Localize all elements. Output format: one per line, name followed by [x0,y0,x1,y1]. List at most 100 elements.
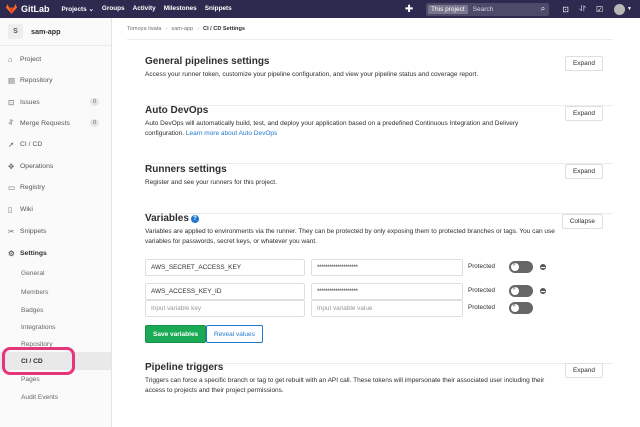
new-variable-value-input[interactable]: Input variable value [311,300,463,317]
chevron-down-icon[interactable]: ▼ [627,6,632,12]
plus-icon: ✚ [404,3,414,15]
expand-button[interactable]: Expand [564,363,603,378]
save-variables-button[interactable]: Save variables [145,325,207,343]
main-content: Tomoya Iwata › sam-app › CI / CD Setting… [127,18,613,394]
sidebar-item-label: Project [20,55,42,63]
sidebar-item-label: Snippets [20,227,47,235]
nav-link-activity[interactable]: Activity [133,5,156,13]
section-pipeline-triggers: Pipeline triggers Triggers can force a s… [145,362,613,422]
sidebar-item-label: Operations [20,162,54,170]
sidebar-item-issues[interactable]: ⊡ Issues 0 [0,92,111,112]
sidebar-item-label: Settings [20,249,47,257]
expand-button[interactable]: Expand [564,164,603,179]
close-icon: ✕ [512,286,517,292]
expand-button[interactable]: Expand [564,106,603,121]
sidebar-item-registry[interactable]: ▭ Registry [0,177,111,197]
sidebar-item-operations[interactable]: ✥ Operations [0,156,111,176]
section-title: Auto DevOps [145,105,209,116]
merge-requests-nav-icon[interactable]: ⥯ [574,4,591,14]
variable-value-input[interactable]: ******************** [311,259,463,276]
breadcrumb-current[interactable]: CI / CD Settings [203,26,245,32]
variable-key-input[interactable]: AWS_SECRET_ACCESS_KEY [145,259,305,276]
doc-icon: ▤ [8,75,16,85]
nav-link-milestones[interactable]: Milestones [164,5,197,13]
close-icon: ✕ [512,303,517,309]
sidebar-project-header[interactable]: S sam-app [0,18,111,46]
variable-value-input[interactable]: ******************** [311,283,463,300]
registry-icon: ▭ [8,182,16,192]
house-icon: ⌂ [8,54,13,64]
variables-title: Variables [145,213,189,224]
sidebar-sub-badges[interactable]: Badges [0,301,111,319]
annotation-highlight-ring [2,347,75,375]
sidebar-item-snippets[interactable]: ✂ Snippets [0,221,111,241]
search-input[interactable]: Search [468,6,537,13]
rocket-icon: ➚ [8,139,15,149]
operations-icon: ✥ [8,161,15,171]
close-icon: ✕ [512,262,517,268]
project-avatar: S [8,24,23,39]
todos-nav-icon[interactable]: ☑ [591,5,608,14]
search-box[interactable]: This project Search ⌕ [426,2,550,16]
section-title: Variables? [145,213,613,224]
sidebar-item-label: Merge Requests [20,119,70,127]
new-variable-key-input[interactable]: Input variable key [145,300,305,317]
sidebar-sub-general[interactable]: General [0,264,111,282]
sidebar-item-ci-cd[interactable]: ➚ CI / CD [0,134,111,154]
breadcrumb-project[interactable]: sam-app [171,26,193,32]
sidebar-item-wiki[interactable]: ▯ Wiki [0,199,111,219]
issues-nav-icon[interactable]: ⊡ [557,5,574,14]
variable-row-new: Input variable key Input variable value … [145,300,565,317]
protected-label: Protected [468,287,495,294]
reveal-values-button[interactable]: Reveal values [206,325,263,343]
nav-link-snippets[interactable]: Snippets [205,5,232,13]
section-general-pipelines: General pipelines settings Access your r… [145,56,613,106]
chevron-right-icon: › [197,25,200,32]
search-icon: ⌕ [540,4,546,13]
new-dropdown-button[interactable]: ✚ [400,3,418,16]
chevron-right-icon: › [165,25,168,32]
sidebar-item-label: Wiki [20,205,33,213]
nav-link-groups[interactable]: Groups [102,5,125,13]
breadcrumb: Tomoya Iwata › sam-app › CI / CD Setting… [127,18,613,40]
protected-toggle[interactable]: ✕ [509,261,533,273]
sidebar-item-project[interactable]: ⌂ Project [0,49,111,69]
sidebar-sub-audit-events[interactable]: Audit Events [0,388,111,406]
sidebar-sub-members[interactable]: Members [0,283,111,301]
merge-icon: ⥯ [8,118,14,127]
sidebar-item-label: CI / CD [20,140,43,148]
protected-toggle[interactable]: ✕ [509,302,533,314]
gear-icon: ⚙ [8,248,15,258]
nav-link-projects[interactable]: Projects ⌄ [62,5,94,13]
expand-button[interactable]: Expand [564,56,603,71]
section-runners: Runners settings Register and see your r… [145,164,613,214]
sidebar-item-repository[interactable]: ▤ Repository [0,70,111,90]
protected-label: Protected [468,263,495,270]
sidebar-item-merge-requests[interactable]: ⥯ Merge Requests 0 [0,113,111,133]
issues-icon: ⊡ [8,97,15,107]
section-auto-devops: Auto DevOps Auto DevOps will automatical… [145,105,613,164]
protected-toggle[interactable]: ✕ [509,285,533,297]
remove-variable-icon[interactable] [540,288,546,294]
count-badge: 0 [89,119,99,127]
gitlab-logo[interactable]: GitLab [6,0,50,18]
nav-links: Projects ⌄ Groups Activity Milestones Sn… [62,5,240,13]
count-badge: 0 [89,98,99,106]
collapse-button[interactable]: Collapse [561,214,603,229]
book-icon: ▯ [8,204,13,214]
section-description: Variables are applied to environments vi… [145,228,555,245]
sidebar-item-settings[interactable]: ⚙ Settings [0,243,111,263]
breadcrumb-user[interactable]: Tomoya Iwata [127,26,162,32]
section-description: Access your runner token, customize your… [145,71,479,78]
scissors-icon: ✂ [8,226,15,236]
sidebar-item-label: Repository [20,76,53,84]
user-avatar[interactable] [614,3,626,15]
remove-variable-icon[interactable] [540,264,546,270]
sidebar-sub-integrations[interactable]: Integrations [0,318,111,336]
search-scope-badge: This project [428,4,468,14]
variable-key-input[interactable]: AWS_ACCESS_KEY_ID [145,283,305,300]
learn-more-link[interactable]: Learn more about Auto DevOps [186,130,277,137]
help-icon[interactable]: ? [190,215,199,223]
protected-label: Protected [468,304,495,311]
section-description: Register and see your runners for this p… [145,179,277,186]
